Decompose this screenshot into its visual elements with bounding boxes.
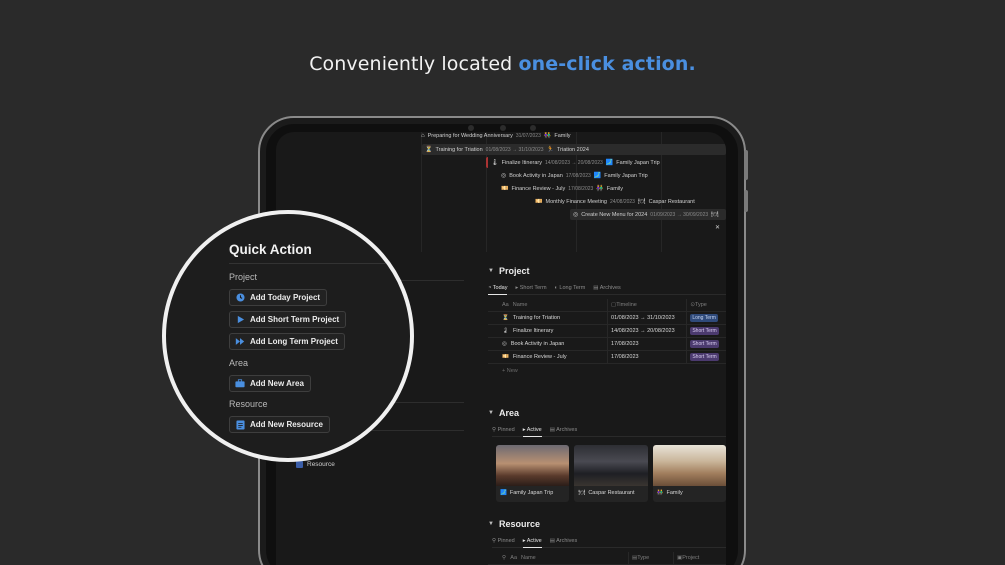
tab-archives[interactable]: ▤ Archives — [550, 538, 578, 544]
collapse-triangle-icon[interactable]: ▼ — [488, 268, 494, 274]
gantt-bar[interactable]: ◎ Book Activity in Japan 17/08/2023 🗾 Family… — [498, 170, 651, 181]
tab-short-term[interactable]: ▸ Short Term — [515, 285, 546, 291]
camera-dot — [530, 125, 536, 131]
group-label-area: Area — [229, 358, 249, 368]
area-section: ▼ Area ⚲ Pinned ▸ Active ▤ Archives 🗾 Fami… — [488, 408, 726, 502]
add-long-term-project-button[interactable]: Add Long Term Project — [229, 333, 345, 350]
area-title: Area — [498, 408, 519, 418]
tab-archives[interactable]: ▤ Archives — [550, 427, 578, 433]
group-label-project: Project — [229, 272, 258, 282]
camera-dot — [500, 125, 506, 131]
table-header: ⚲ Aa Name ▤ Type ▣ Project — [488, 552, 726, 565]
area-card[interactable]: 🗾 Family Japan Trip — [496, 445, 570, 502]
area-gallery: 🗾 Family Japan Trip 🍽 Caspar Restaurant 👫 F… — [496, 445, 726, 502]
tab-today[interactable]: ◔ Today — [488, 285, 508, 295]
headline-prefix: Conveniently located — [309, 53, 519, 75]
fast-forward-icon — [235, 337, 245, 347]
add-short-term-project-button[interactable]: Add Short Term Project — [229, 311, 347, 328]
area-card[interactable]: 🍽 Caspar Restaurant — [574, 445, 648, 502]
area-image — [574, 445, 648, 486]
headline-accent: one-click action. — [518, 53, 696, 75]
document-icon — [235, 420, 245, 430]
volume-button — [744, 150, 748, 180]
resource-section: ▼ Resource ⚲ Pinned ▸ Active ▤ Archives ⚲… — [488, 519, 726, 565]
gantt-bar[interactable]: 💴 Finance Review - July 17/08/2023 👫 Family — [498, 183, 626, 194]
group-label-resource: Resource — [229, 399, 268, 409]
table-row[interactable]: 🌡 Finalize Itinerary 14/08/2023 → 20/08/2… — [488, 325, 726, 338]
gantt-bar[interactable]: ◎ Create New Menu for 2024 01/09/2023 → 30… — [570, 209, 726, 220]
table-row[interactable]: 💴 Finance Review - July 17/08/2023 Short … — [488, 351, 726, 364]
add-new-resource-button[interactable]: Add New Resource — [229, 416, 330, 433]
gantt-bar[interactable]: ⌂ Preparing for Wedding Anniversary 31/07/… — [418, 132, 574, 141]
area-image — [652, 445, 726, 486]
collapse-triangle-icon[interactable]: ▼ — [488, 410, 494, 416]
quick-action-title: Quick Action — [229, 242, 312, 257]
area-tabs: ⚲ Pinned ▸ Active ▤ Archives — [492, 427, 726, 437]
new-row-button[interactable]: + New — [488, 368, 726, 374]
resource-icon — [296, 461, 303, 468]
tab-long-term[interactable]: ◐ Long Term — [555, 285, 586, 291]
play-icon — [235, 315, 245, 325]
project-title: Project — [498, 266, 530, 276]
volume-button — [744, 190, 748, 212]
table-row[interactable]: ◎ Book Activity in Japan 17/08/2023 Short… — [488, 338, 726, 351]
headline: Conveniently located one-click action. — [0, 53, 1005, 75]
table-header: Aa Name ▢ Timeline ⊙ Type — [488, 299, 726, 312]
project-tabs: ◔ Today ▸ Short Term ◐ Long Term ▤ Archi… — [488, 285, 726, 295]
table-row[interactable]: ⏳ Training for Triation 01/08/2023 → 31/1… — [488, 312, 726, 325]
area-image — [496, 445, 570, 486]
clock-icon — [235, 293, 245, 303]
camera-dot — [468, 125, 474, 131]
add-today-project-button[interactable]: Add Today Project — [229, 289, 328, 306]
tab-pinned[interactable]: ⚲ Pinned — [492, 427, 515, 433]
collapse-triangle-icon[interactable]: ▼ — [488, 521, 494, 527]
resource-tabs: ⚲ Pinned ▸ Active ▤ Archives — [492, 538, 726, 548]
divider — [229, 263, 410, 264]
add-new-area-button[interactable]: Add New Area — [229, 375, 311, 392]
project-section: ▼ Project ◔ Today ▸ Short Term ◐ Long Ter… — [488, 266, 726, 374]
resource-title: Resource — [498, 519, 540, 529]
tab-active[interactable]: ▸ Active — [522, 427, 542, 437]
tab-active[interactable]: ▸ Active — [522, 538, 542, 548]
briefcase-icon — [235, 379, 245, 389]
gantt-bar[interactable]: 💴 Monthly Finance Meeting 24/08/2023 🍽 Caspa… — [532, 196, 698, 207]
gantt-bar[interactable]: ⏳ Training for Triation 01/08/2023 → 31/10… — [422, 144, 726, 155]
project-table: Aa Name ▢ Timeline ⊙ Type ⏳ Training for … — [488, 299, 726, 364]
gantt-bar[interactable]: 🌡 Finalize Itinerary 14/08/2023 → 20/08/20… — [486, 157, 663, 168]
resource-table: ⚲ Aa Name ▤ Type ▣ Project — [488, 552, 726, 565]
gantt-bar[interactable]: ✕ — [712, 222, 723, 233]
tab-archives[interactable]: ▤ Archives — [593, 285, 621, 291]
left-resource-link[interactable]: Resource — [296, 461, 335, 468]
quick-action-callout: Quick Action Project Add Today Project A… — [162, 210, 414, 462]
area-card[interactable]: 👫 Family — [652, 445, 726, 502]
tab-pinned[interactable]: ⚲ Pinned — [492, 538, 515, 544]
